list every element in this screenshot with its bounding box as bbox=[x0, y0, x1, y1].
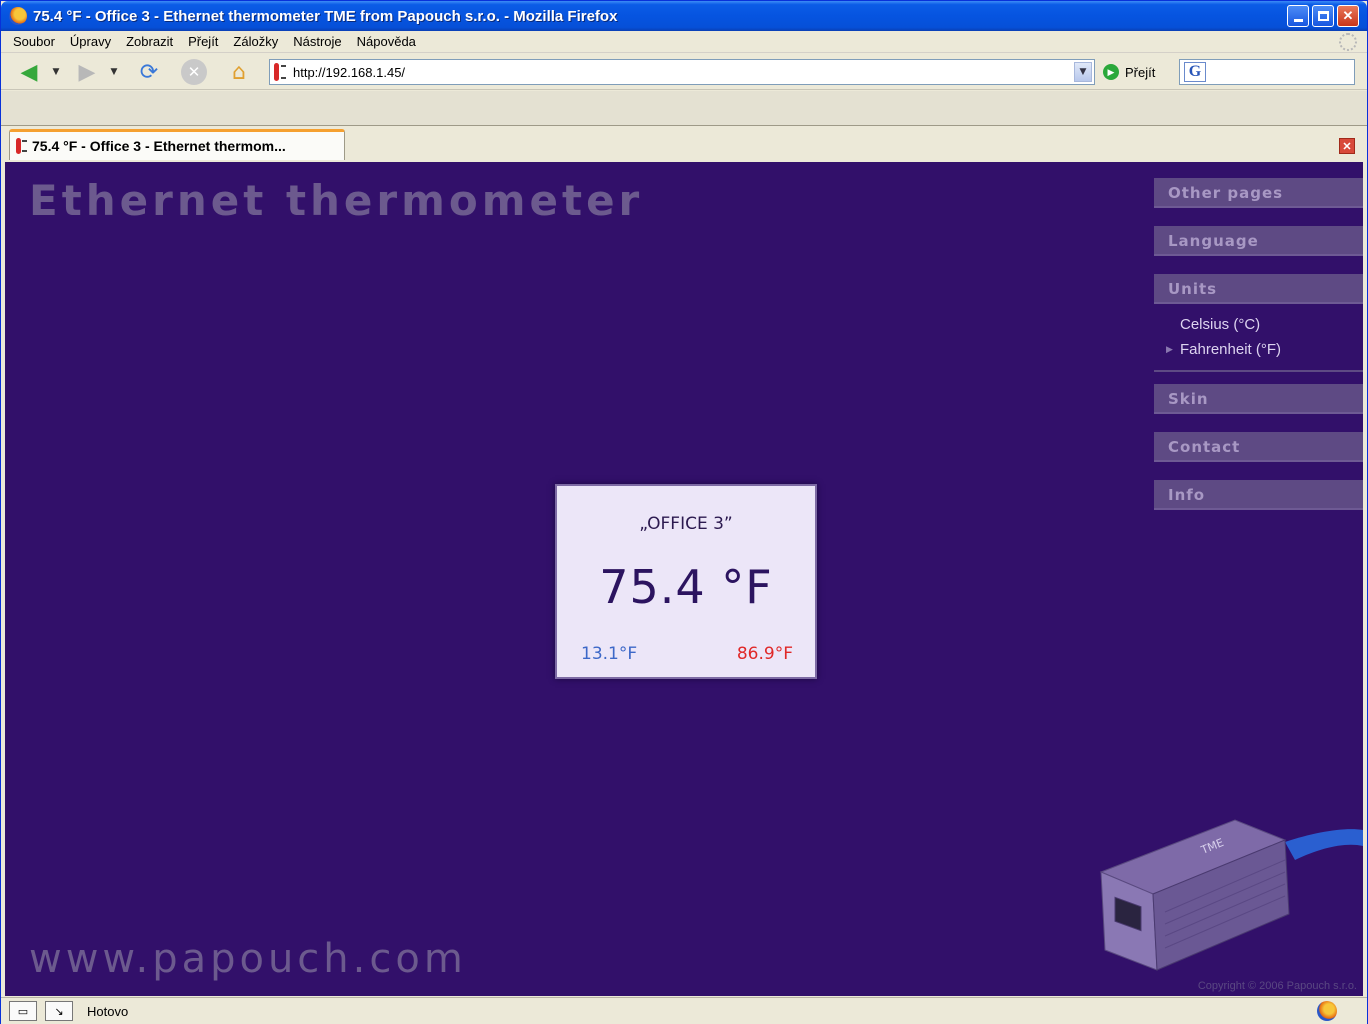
maximize-icon bbox=[1317, 11, 1329, 21]
search-engine-icon[interactable]: G bbox=[1184, 62, 1206, 82]
arrow-right-icon: ▶ bbox=[78, 59, 96, 85]
page-content: Ethernet thermometer Other pages Languag… bbox=[5, 162, 1363, 996]
thermometer-device-image: TME bbox=[1099, 819, 1363, 971]
firefox-icon bbox=[9, 7, 27, 25]
thermometer-favicon-icon bbox=[274, 63, 286, 81]
forward-button[interactable]: ▶ bbox=[73, 58, 101, 86]
chevron-down-icon: ▼ bbox=[110, 67, 118, 77]
sidebar-item-skin[interactable]: Skin bbox=[1154, 384, 1363, 414]
close-tab-button[interactable]: ✕ bbox=[1339, 138, 1355, 154]
back-button[interactable]: ◀ bbox=[15, 58, 43, 86]
cable-shape bbox=[1285, 829, 1363, 860]
sidebar-item-info[interactable]: Info bbox=[1154, 480, 1363, 510]
stop-button[interactable]: ✕ bbox=[181, 59, 207, 85]
search-box[interactable]: G bbox=[1179, 59, 1355, 85]
go-button[interactable]: ▶ Přejít bbox=[1103, 59, 1155, 85]
menu-bar: Soubor Úpravy Zobrazit Přejít Záložky Ná… bbox=[1, 31, 1367, 53]
divider bbox=[1154, 370, 1363, 372]
home-button[interactable]: ⌂ bbox=[225, 58, 253, 86]
sidebar-item-units[interactable]: Units bbox=[1154, 274, 1363, 304]
copyright-text: Copyright © 2006 Papouch s.r.o. bbox=[1197, 980, 1357, 992]
menu-bookmarks[interactable]: Záložky bbox=[233, 34, 278, 49]
arrow-left-icon: ◀ bbox=[20, 59, 38, 85]
menu-go[interactable]: Přejít bbox=[188, 34, 218, 49]
minimize-button[interactable] bbox=[1287, 5, 1309, 27]
menu-help[interactable]: Nápověda bbox=[357, 34, 416, 49]
cursor-icon[interactable]: ↘ bbox=[45, 1001, 73, 1021]
tab-strip bbox=[1, 91, 1367, 126]
tab-label: 75.4 °F - Office 3 - Ethernet thermom... bbox=[32, 138, 286, 154]
stop-icon: ✕ bbox=[187, 63, 201, 81]
min-temperature: 13.1°F bbox=[581, 644, 638, 664]
go-label: Přejít bbox=[1125, 64, 1156, 80]
window-controls: ✕ bbox=[1287, 5, 1359, 27]
status-bar: ▭ ↘ Hotovo bbox=[1, 997, 1367, 1024]
thermometer-favicon-icon bbox=[16, 138, 28, 154]
go-icon: ▶ bbox=[1103, 64, 1119, 80]
sidebar-item-language[interactable]: Language bbox=[1154, 226, 1363, 256]
title-bar[interactable]: 75.4 °F - Office 3 - Ethernet thermomete… bbox=[1, 1, 1367, 31]
chevron-down-icon: ▼ bbox=[52, 67, 60, 77]
units-option-fahrenheit[interactable]: ▶ Fahrenheit (°F) bbox=[1154, 337, 1363, 362]
sidebar-item-contact[interactable]: Contact bbox=[1154, 432, 1363, 462]
status-text: Hotovo bbox=[87, 1003, 129, 1019]
firefox-status-icon bbox=[1317, 1001, 1337, 1021]
units-options: Celsius (°C) ▶ Fahrenheit (°F) bbox=[1154, 304, 1363, 370]
sidebar-menu: Other pages Language Units Celsius (°C) … bbox=[1154, 178, 1363, 510]
close-icon: ✕ bbox=[1342, 140, 1352, 153]
home-icon: ⌂ bbox=[232, 59, 246, 85]
close-icon: ✕ bbox=[1342, 8, 1354, 23]
maximize-button[interactable] bbox=[1312, 5, 1334, 27]
menu-edit[interactable]: Úpravy bbox=[70, 34, 111, 49]
units-option-label: Celsius (°C) bbox=[1180, 316, 1261, 333]
temperature-card: „OFFICE 3” 75.4 °F 13.1°F 86.9°F bbox=[555, 484, 817, 679]
menu-tools[interactable]: Nástroje bbox=[293, 34, 341, 49]
page-title: Ethernet thermometer bbox=[29, 176, 644, 225]
screen-icon[interactable]: ▭ bbox=[9, 1001, 37, 1021]
current-temperature: 75.4 °F bbox=[599, 560, 773, 614]
forward-history-dropdown[interactable]: ▼ bbox=[107, 58, 121, 86]
sensor-name: „OFFICE 3” bbox=[639, 514, 733, 534]
minimize-icon bbox=[1293, 18, 1303, 22]
back-history-dropdown[interactable]: ▼ bbox=[49, 58, 63, 86]
window-title: 75.4 °F - Office 3 - Ethernet thermomete… bbox=[33, 7, 618, 25]
throbber-icon bbox=[1339, 33, 1357, 51]
url-text[interactable]: http://192.168.1.45/ bbox=[293, 65, 405, 80]
units-option-label: Fahrenheit (°F) bbox=[1180, 341, 1282, 358]
menu-view[interactable]: Zobrazit bbox=[126, 34, 173, 49]
menu-file[interactable]: Soubor bbox=[13, 34, 55, 49]
units-option-celsius[interactable]: Celsius (°C) bbox=[1154, 312, 1363, 337]
close-button[interactable]: ✕ bbox=[1337, 5, 1359, 27]
reload-button[interactable]: ⟳ bbox=[135, 58, 163, 86]
url-history-dropdown[interactable]: ▼ bbox=[1074, 62, 1092, 82]
address-bar[interactable]: http://192.168.1.45/ ▼ bbox=[269, 59, 1095, 85]
max-temperature: 86.9°F bbox=[736, 644, 793, 664]
sidebar-item-other-pages[interactable]: Other pages bbox=[1154, 178, 1363, 208]
reload-icon: ⟳ bbox=[139, 59, 159, 85]
site-url-footer: www.papouch.com bbox=[29, 936, 467, 982]
tab-active[interactable]: 75.4 °F - Office 3 - Ethernet thermom... bbox=[9, 129, 345, 160]
navigation-toolbar: ◀ ▼ ▶ ▼ ⟳ ✕ ⌂ http://192.168.1.45/ ▼ ▶ P… bbox=[1, 54, 1367, 90]
selected-arrow-icon: ▶ bbox=[1166, 344, 1173, 354]
browser-window: 75.4 °F - Office 3 - Ethernet thermomete… bbox=[0, 0, 1368, 1024]
